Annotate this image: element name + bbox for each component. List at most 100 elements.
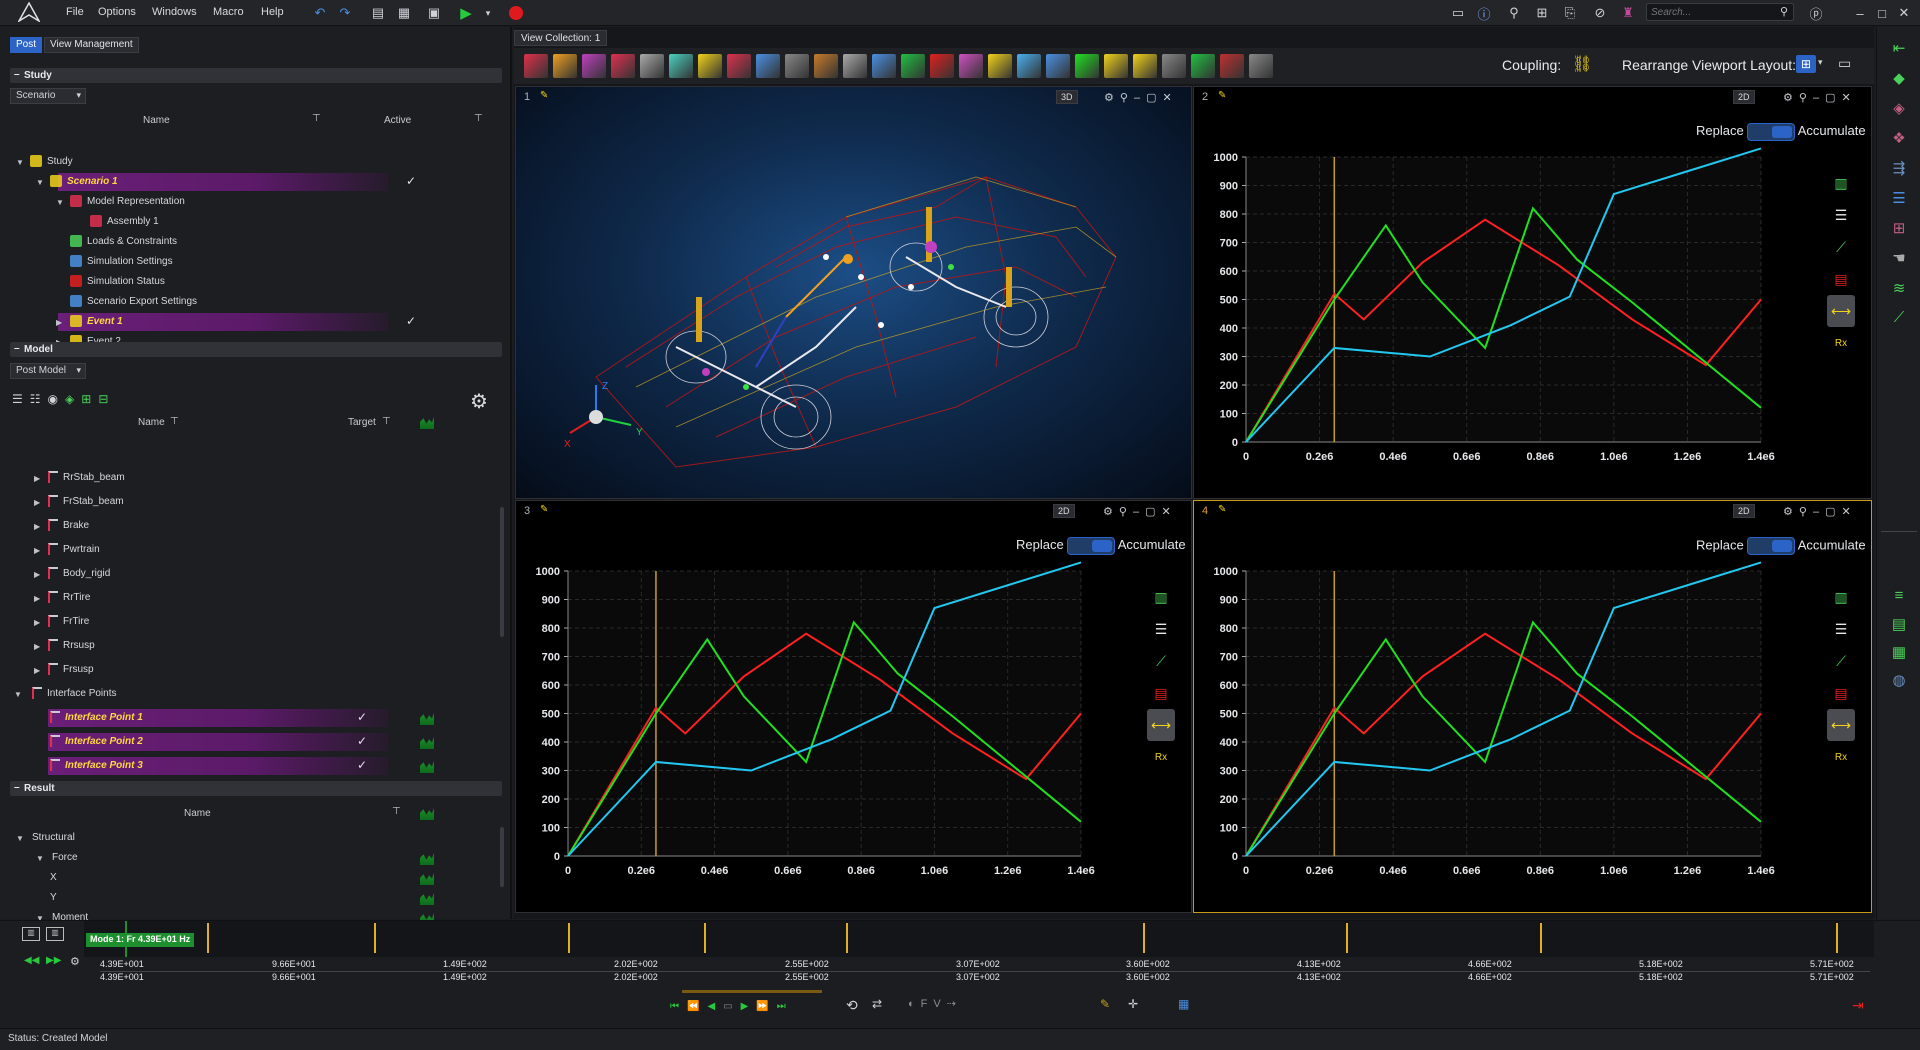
scrubber-line[interactable] xyxy=(125,921,127,957)
record-icon[interactable] xyxy=(506,3,526,23)
coupling-link-icon[interactable]: ⛓ xyxy=(1572,54,1592,74)
tree-item[interactable]: Interface Point 1 xyxy=(50,709,143,727)
tree-item[interactable]: Study xyxy=(30,153,73,171)
menu-options[interactable]: Options xyxy=(98,6,136,18)
export-icon[interactable]: ▤ xyxy=(368,3,388,23)
mode-marker[interactable] xyxy=(846,923,848,953)
collapse-arrow-icon[interactable]: ▼ xyxy=(56,198,64,207)
tree-item[interactable]: Brake xyxy=(48,517,89,535)
stack-icon[interactable]: ▤ xyxy=(1889,615,1909,635)
vector-icon[interactable]: V xyxy=(933,998,946,1010)
menu-help[interactable]: Help xyxy=(261,6,284,18)
study-section-header[interactable]: Study xyxy=(10,67,502,83)
measure-icon[interactable] xyxy=(901,54,925,78)
cross-icon[interactable] xyxy=(930,54,954,78)
tree-icon[interactable]: ⊞ xyxy=(1889,219,1909,239)
layout-dropdown-icon[interactable]: ▾ xyxy=(1818,57,1823,68)
bookmark-icon[interactable]: ♜ xyxy=(1618,3,1638,23)
plot-icon[interactable] xyxy=(420,873,434,885)
copy-icon[interactable]: ⎘ xyxy=(1560,3,1580,23)
collapse-arrow-icon[interactable]: ▼ xyxy=(16,158,24,167)
layout-grid-icon[interactable]: ⊞ xyxy=(1796,55,1816,73)
node-icon[interactable] xyxy=(611,54,635,78)
more-icon[interactable] xyxy=(1249,54,1273,78)
mode-marker[interactable] xyxy=(1143,923,1145,953)
tree-item[interactable]: Assembly 1 xyxy=(90,213,159,231)
filter-icon[interactable]: ⊤ xyxy=(392,806,401,817)
sphere-pink-icon[interactable] xyxy=(582,54,606,78)
mode-marker[interactable] xyxy=(374,923,376,953)
timeline-track[interactable] xyxy=(84,921,1874,957)
close-icon[interactable]: ✕ xyxy=(1162,92,1177,104)
box-icon[interactable] xyxy=(640,54,664,78)
tree-item[interactable]: Y xyxy=(50,889,57,907)
tree-item[interactable]: Body_rigid xyxy=(48,565,110,583)
network-icon[interactable] xyxy=(1191,54,1215,78)
redo-icon[interactable]: ↷ xyxy=(335,3,355,23)
maximize-icon[interactable]: ▢ xyxy=(1146,92,1162,104)
scenario-dropdown[interactable]: Scenario xyxy=(10,88,86,104)
tab-post[interactable]: Post xyxy=(10,37,43,53)
filter-icon[interactable]: ⊤ xyxy=(382,416,391,427)
tree-item[interactable]: Force xyxy=(52,849,78,867)
result-col-name[interactable]: Name xyxy=(184,808,211,819)
collapse-arrow-icon[interactable]: ▼ xyxy=(14,690,22,699)
viewport-3d[interactable]: 1 ✎ 3D ⚙⚲–▢✕ Z Y X xyxy=(515,86,1192,499)
mode-marker[interactable] xyxy=(207,923,209,953)
target-checkmark-icon[interactable]: ✓ xyxy=(357,758,367,772)
light-icon[interactable] xyxy=(698,54,722,78)
tree-item[interactable]: RrStab_beam xyxy=(48,469,125,487)
tree-item[interactable]: Interface Points xyxy=(32,685,116,703)
plot-icon[interactable] xyxy=(420,737,434,749)
tree-item[interactable]: Pwrtrain xyxy=(48,541,100,559)
table-icon[interactable]: ▦ xyxy=(1178,997,1189,1011)
tree-item[interactable]: Rrsusp xyxy=(48,637,95,655)
bounce-icon[interactable]: ⇄ xyxy=(872,997,882,1011)
ruler-icon[interactable] xyxy=(988,54,1012,78)
list-icon[interactable]: ☰ xyxy=(1889,189,1909,209)
collapse-arrow-icon[interactable]: ▼ xyxy=(36,854,44,863)
step-back-icon[interactable]: ◀ xyxy=(707,1001,723,1012)
progress-slider[interactable] xyxy=(682,990,822,993)
plot-icon[interactable] xyxy=(420,808,434,820)
model-icon[interactable]: ◆ xyxy=(1889,69,1909,89)
mode-marker[interactable] xyxy=(1346,923,1348,953)
expand-arrow-icon[interactable]: ▶ xyxy=(34,570,40,579)
probe-icon[interactable] xyxy=(1104,54,1128,78)
section-icon[interactable] xyxy=(727,54,751,78)
sphere-icon[interactable] xyxy=(553,54,577,78)
rewind-icon[interactable]: ⏪ xyxy=(687,1001,707,1012)
viewport-mode-dropdown[interactable]: 3D xyxy=(1056,90,1078,104)
viewport-plot[interactable]: 3 ✎ 2D ⚙⚲–▢✕ Replace Accumulate ▥ ☰ ⟋ ▤ ⟷ Rx 0 100 200… xyxy=(515,500,1192,913)
layout-icon[interactable]: ⊞ xyxy=(1532,3,1552,23)
post-model-dropdown[interactable]: Post Model xyxy=(10,363,86,379)
view-icon[interactable]: ◉ xyxy=(48,392,65,406)
minimize-icon[interactable]: – xyxy=(1134,92,1146,104)
layers-icon[interactable] xyxy=(1046,54,1070,78)
menu-macro[interactable]: Macro xyxy=(213,6,244,18)
plot-icon[interactable] xyxy=(420,417,434,429)
play-back-icon[interactable]: ◀◀ xyxy=(24,955,39,966)
tree-item[interactable]: Loads & Constraints xyxy=(70,233,177,251)
expand-arrow-icon[interactable]: ▶ xyxy=(34,498,40,507)
mesh-icon[interactable] xyxy=(669,54,693,78)
transform-icon[interactable] xyxy=(843,54,867,78)
view-collection-tab[interactable]: View Collection: 1 xyxy=(514,30,608,46)
expand-arrow-icon[interactable]: ▶ xyxy=(34,594,40,603)
study-col-active[interactable]: Active xyxy=(384,115,411,126)
window-icon[interactable]: ▭ xyxy=(1838,55,1851,72)
mode-marker[interactable] xyxy=(1836,923,1838,953)
plot-icon[interactable] xyxy=(420,761,434,773)
force-icon[interactable]: F xyxy=(921,998,934,1010)
cube-icon[interactable]: ◈ xyxy=(65,392,81,406)
wand-icon[interactable] xyxy=(1133,54,1157,78)
play-icon[interactable]: ▶ xyxy=(741,1001,757,1012)
filter-icon[interactable]: ⊤ xyxy=(312,113,321,124)
expand-arrow-icon[interactable]: ▶ xyxy=(34,546,40,555)
screen-icon[interactable]: ▭ xyxy=(1448,3,1468,23)
close-icon[interactable]: ✕ xyxy=(1894,3,1914,23)
run-dropdown-icon[interactable]: ▾ xyxy=(478,3,498,23)
viewport-plot[interactable]: 4 ✎ 2D ⚙⚲–▢✕ Replace Accumulate ▥ ☰ ⟋ ▤ ⟷ Rx 0 100 200… xyxy=(1193,500,1872,913)
tree-item[interactable]: Model Representation xyxy=(70,193,185,211)
hand-icon[interactable]: ☚ xyxy=(1889,249,1909,269)
